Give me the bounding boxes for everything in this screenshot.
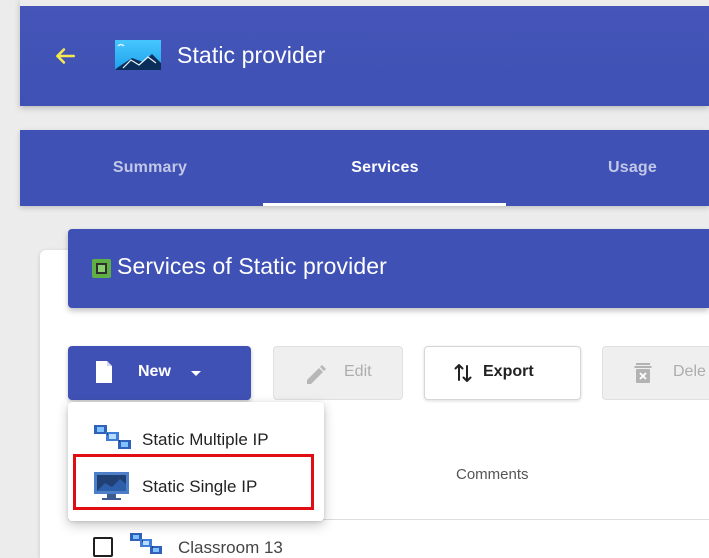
- new-button[interactable]: New: [68, 346, 251, 400]
- row-checkbox[interactable]: [93, 537, 113, 557]
- menu-item-label: Static Multiple IP: [142, 430, 269, 449]
- new-button-label: New: [138, 363, 171, 380]
- export-button[interactable]: Export: [424, 346, 581, 400]
- sort-arrows-icon: [454, 364, 472, 382]
- menu-item-static-multiple-ip[interactable]: Static Multiple IP: [68, 416, 324, 462]
- document-icon: [96, 361, 112, 383]
- image-landscape-icon: [115, 40, 161, 70]
- trash-icon: [634, 363, 652, 383]
- menu-item-static-single-ip[interactable]: Static Single IP: [68, 463, 324, 509]
- edit-button-label: Edit: [344, 363, 372, 380]
- pencil-icon: [307, 365, 326, 384]
- edit-button[interactable]: Edit: [273, 346, 403, 400]
- network-multi-icon: [94, 425, 131, 449]
- app-header: Static provider: [20, 0, 709, 106]
- tab-services[interactable]: Services: [265, 130, 505, 206]
- new-dropdown-menu: Static Multiple IP Static Single IP: [68, 402, 324, 521]
- delete-button[interactable]: Dele: [602, 346, 709, 400]
- arrow-left-icon[interactable]: [52, 43, 78, 69]
- active-tab-indicator: [263, 203, 506, 206]
- tab-summary[interactable]: Summary: [40, 130, 260, 206]
- panel-title: Services of Static provider: [117, 253, 387, 279]
- network-multi-icon: [130, 533, 162, 554]
- row-name[interactable]: Classroom 13: [178, 538, 283, 558]
- page-title: Static provider: [177, 42, 326, 68]
- monitor-icon: [94, 472, 129, 500]
- app-page: Static provider Summary Services Usage S…: [0, 0, 709, 558]
- menu-item-label: Static Single IP: [142, 477, 258, 496]
- tab-bar: Summary Services Usage: [20, 130, 709, 206]
- tab-usage[interactable]: Usage: [526, 130, 709, 206]
- delete-button-label: Dele: [673, 363, 706, 380]
- services-chip-icon: [92, 259, 111, 278]
- export-button-label: Export: [483, 363, 534, 380]
- chevron-down-icon: [191, 371, 201, 376]
- column-header-comments[interactable]: Comments: [456, 466, 529, 483]
